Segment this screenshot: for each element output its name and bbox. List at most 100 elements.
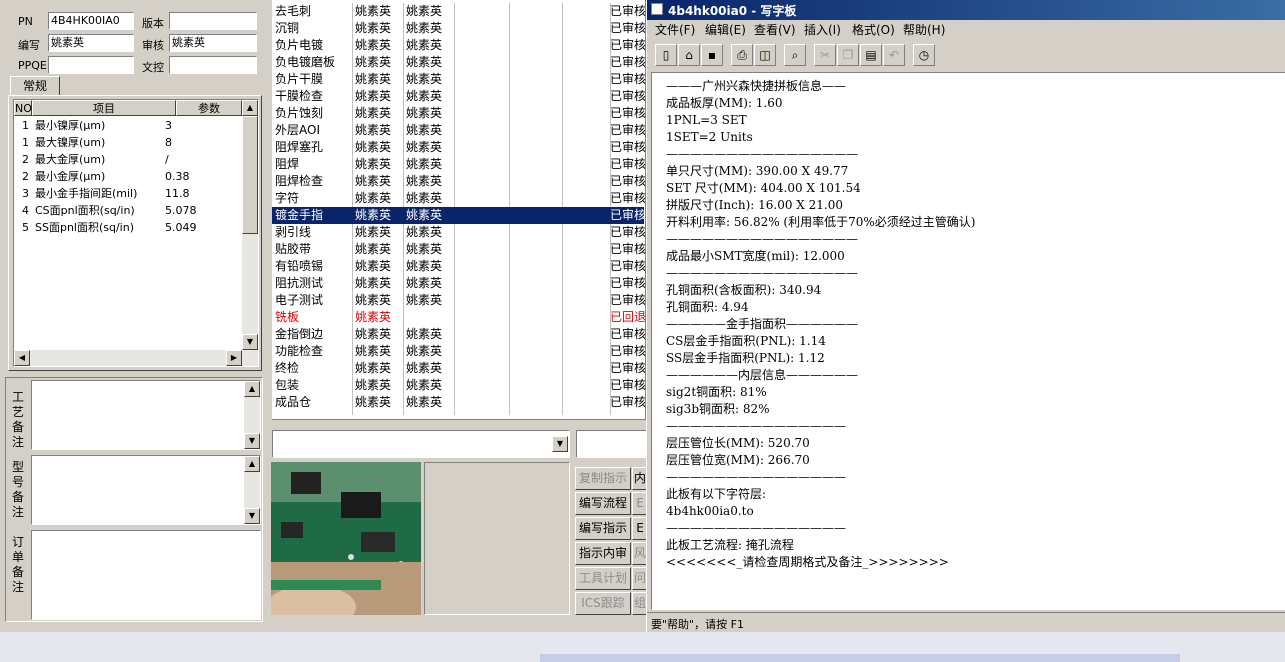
param-row[interactable]: 1 最小镍厚(μm) 3	[14, 117, 242, 134]
document-line: SS层金手指面积(PNL): 1.12	[666, 351, 825, 365]
desktop-banner	[540, 654, 1180, 662]
process-step: 字符	[275, 191, 300, 205]
process-row[interactable]: 电子测试 姚素英 姚素英 已审核	[272, 292, 645, 309]
copy-instruction-button[interactable]: 复制指示	[575, 467, 631, 490]
param-row[interactable]: 2 最大金厚(um) /	[14, 151, 242, 168]
process-reviewer: 姚素英	[406, 361, 443, 375]
toolbar: ▯ ⌂ ▪ ⎙ ◫ ⌕ ✂ ❐ ▤ ↶ ◷	[651, 44, 951, 68]
insert-datetime-icon[interactable]: ◷	[913, 44, 935, 66]
process-row[interactable]: 负片蚀刻 姚素英 姚素英 已审核	[272, 105, 645, 122]
title-bar[interactable]: 4b4hk00ia0 - 写字板	[647, 0, 1285, 20]
print-preview-icon[interactable]: ◫	[754, 44, 776, 66]
process-row[interactable]: 剥引线 姚素英 姚素英 已审核	[272, 224, 645, 241]
scroll-up-icon[interactable]: ▲	[244, 456, 260, 472]
process-row[interactable]: 阻焊检查 姚素英 姚素英 已审核	[272, 173, 645, 190]
secondary-combo[interactable]	[576, 430, 648, 458]
col-param-header[interactable]: 参数	[176, 100, 242, 116]
param-row[interactable]: 3 最小金手指间距(mil) 11.8	[14, 185, 242, 202]
process-row[interactable]: 终检 姚素英 姚素英 已审核	[272, 360, 645, 377]
edit-flow-button[interactable]: 编写流程	[575, 492, 631, 515]
author-field[interactable]: 姚素英	[48, 34, 134, 52]
col-item-header[interactable]: 项目	[32, 100, 176, 116]
param-row[interactable]: 5 SS面pnl面积(sq/in) 5.049	[14, 219, 242, 236]
doc-control-field[interactable]	[169, 56, 257, 74]
save-icon[interactable]: ▪	[701, 44, 723, 66]
menu-help[interactable]: 帮助(H)	[903, 21, 945, 39]
menu-file[interactable]: 文件(F)	[655, 21, 695, 39]
process-row[interactable]: 字符 姚素英 姚素英 已审核	[272, 190, 646, 207]
pn-field[interactable]: 4B4HK00IA0	[48, 12, 134, 30]
scroll-right-icon[interactable]: ▶	[226, 350, 242, 366]
new-document-icon[interactable]: ▯	[655, 44, 677, 66]
param-row[interactable]: 1 最大镍厚(um) 8	[14, 134, 242, 151]
process-row[interactable]: 成品仓 姚素英 姚素英 已审核	[272, 394, 645, 411]
find-icon[interactable]: ⌕	[784, 44, 806, 66]
process-editor: 姚素英	[355, 276, 392, 290]
params-hscroll[interactable]: ◀ ▶	[14, 350, 258, 366]
process-row[interactable]: 负电镀磨板 姚素英 姚素英 已审核	[272, 54, 646, 71]
menu-edit[interactable]: 编辑(E)	[705, 21, 746, 39]
process-row[interactable]: 沉铜 姚素英 姚素英 已审核	[272, 20, 645, 37]
menu-view[interactable]: 查看(V)	[754, 21, 796, 39]
tab-general[interactable]: 常规	[10, 76, 60, 96]
process-row[interactable]: 功能检查 姚素英 姚素英 已审核	[272, 343, 645, 360]
undo-icon[interactable]: ↶	[883, 44, 905, 66]
ics-track-button[interactable]: ICS跟踪	[575, 592, 631, 615]
process-editor: 姚素英	[355, 293, 392, 307]
pcb-photo	[271, 462, 421, 615]
paste-icon[interactable]: ▤	[860, 44, 882, 66]
process-row[interactable]: 镀金手指 姚素英 姚素英 已审核	[272, 207, 645, 224]
process-row[interactable]: 阻抗测试 姚素英 姚素英 已审核	[272, 275, 645, 292]
scroll-down-icon[interactable]: ▼	[244, 508, 260, 524]
document-area[interactable]: ———广州兴森快捷拼板信息—— 成品板厚(MM): 1.60 1PNL=3 SET 1…	[651, 72, 1285, 610]
process-row[interactable]: 阻焊塞孔 姚素英 姚素英 已审核	[272, 139, 645, 156]
process-row[interactable]: 去毛刺 姚素英 姚素英 已审核	[272, 3, 645, 20]
process-row[interactable]: 干膜检查 姚素英 姚素英 已审核	[272, 88, 645, 105]
ppqe-field[interactable]	[48, 56, 134, 74]
scroll-up-icon[interactable]: ▲	[244, 381, 260, 397]
process-status: 已审核	[610, 55, 646, 69]
col-no-header[interactable]: NO	[14, 100, 32, 116]
param-row[interactable]: 4 CS面pnl面积(sq/in) 5.078	[14, 202, 242, 219]
scroll-up-icon[interactable]: ▲	[242, 100, 258, 116]
process-editor: 姚素英	[355, 208, 392, 222]
scroll-down-icon[interactable]: ▼	[244, 433, 260, 449]
params-vscroll[interactable]: ▲ ▼	[242, 100, 258, 350]
process-status: 已回退	[610, 310, 646, 324]
cut-icon[interactable]: ✂	[814, 44, 836, 66]
process-row[interactable]: 外层AOI 姚素英 姚素英 已审核	[272, 122, 645, 139]
process-row[interactable]: 阻焊 姚素英 姚素英 已审核	[272, 156, 645, 173]
process-step: 金指倒边	[275, 327, 324, 341]
process-row[interactable]: 金指倒边 姚素英 姚素英 已审核	[272, 326, 645, 343]
version-field[interactable]	[169, 12, 257, 30]
chevron-down-icon[interactable]: ▼	[552, 436, 568, 452]
process-status: 已审核	[610, 191, 646, 205]
process-reviewer: 姚素英	[406, 225, 443, 239]
open-folder-icon[interactable]: ⌂	[678, 44, 700, 66]
order-note-textarea[interactable]	[31, 530, 261, 620]
process-note-textarea[interactable]: ▲ ▼	[31, 380, 261, 450]
process-row[interactable]: 铣板 姚素英 已回退	[272, 309, 646, 326]
scroll-down-icon[interactable]: ▼	[242, 334, 258, 350]
review-field[interactable]: 姚素英	[169, 34, 257, 52]
print-icon[interactable]: ⎙	[731, 44, 753, 66]
process-row[interactable]: 包装 姚素英 姚素英 已审核	[272, 377, 645, 394]
process-row[interactable]: 有铅喷锡 姚素英 姚素英 已审核	[272, 258, 645, 275]
process-editor: 姚素英	[355, 89, 392, 103]
menu-format[interactable]: 格式(O)	[852, 21, 895, 39]
param-item: 最小金手指间距(mil)	[35, 187, 138, 200]
menu-insert[interactable]: 插入(I)	[804, 21, 841, 39]
scroll-thumb[interactable]	[242, 116, 258, 234]
copy-icon[interactable]: ❐	[837, 44, 859, 66]
model-note-textarea[interactable]: ▲ ▼	[31, 455, 261, 525]
process-row[interactable]: 负片干膜 姚素英 姚素英 已审核	[272, 71, 645, 88]
param-row[interactable]: 2 最小金厚(μm) 0.38	[14, 168, 242, 185]
process-row[interactable]: 负片电镀 姚素英 姚素英 已审核	[272, 37, 645, 54]
process-row[interactable]: 贴胶带 姚素英 姚素英 已审核	[272, 241, 645, 258]
scroll-left-icon[interactable]: ◀	[14, 350, 30, 366]
edit-instruction-button[interactable]: 编写指示	[575, 517, 631, 540]
tool-plan-button[interactable]: 工具计划	[575, 567, 631, 590]
instruction-review-button[interactable]: 指示内审	[575, 542, 631, 565]
process-combo[interactable]: ▼	[272, 430, 570, 458]
param-item: 最小金厚(μm)	[35, 170, 106, 183]
